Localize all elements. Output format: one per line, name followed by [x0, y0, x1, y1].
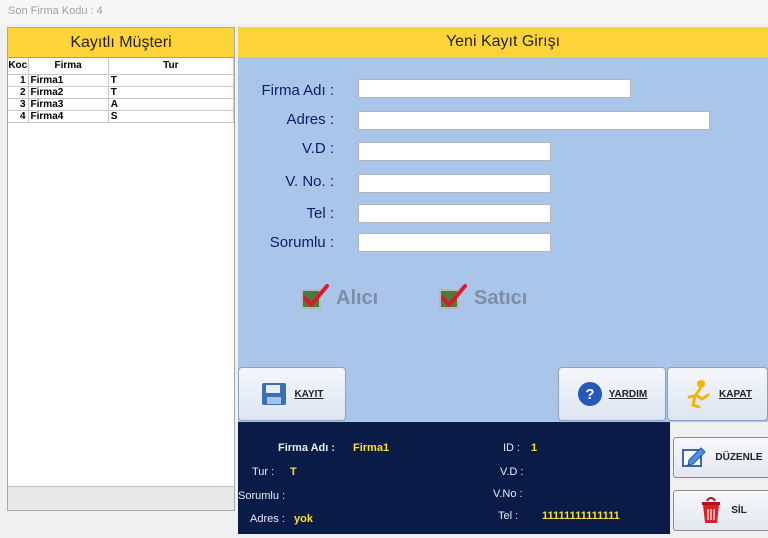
edit-icon	[682, 446, 707, 467]
customer-table[interactable]: Koc Firma Tur 1 Firma1 T 2 Firma2 T 3 Fi…	[8, 58, 235, 123]
column-header-code[interactable]: Koc	[8, 58, 29, 75]
edit-button[interactable]: DÜZENLE	[673, 437, 768, 478]
phone-label: Tel :	[306, 205, 334, 222]
info-id-value: 1	[531, 442, 538, 454]
delete-label: SİL	[731, 505, 747, 516]
info-id-label: ID :	[503, 442, 521, 454]
info-company-value: Firma1	[353, 442, 390, 454]
info-address-value: yok	[294, 513, 313, 525]
info-tax-number-label: V.No :	[493, 488, 523, 500]
info-responsible-label: Sorumlu :	[238, 490, 286, 502]
responsible-input[interactable]	[358, 233, 551, 252]
company-name-input[interactable]	[358, 79, 631, 98]
company-name-label: Firma Adı :	[261, 82, 334, 99]
tax-number-label: V. No. :	[285, 173, 334, 190]
new-record-panel: Yeni Kayıt Girışı Firma Adı : Adres : V.…	[238, 27, 768, 422]
list-status-bar	[8, 486, 234, 510]
responsible-label: Sorumlu :	[269, 234, 334, 251]
delete-button[interactable]: SİL	[673, 490, 768, 531]
buyer-label: Alıcı	[336, 286, 379, 309]
column-header-type[interactable]: Tur	[108, 58, 235, 75]
checkmark-icon	[301, 284, 329, 309]
save-button[interactable]: KAYIT	[238, 367, 346, 421]
cell-code: 1	[8, 74, 29, 87]
table-row[interactable]: 3 Firma3 A	[8, 98, 235, 111]
running-man-icon	[687, 380, 710, 409]
help-label: YARDIM	[608, 388, 648, 400]
close-button[interactable]: KAPAT	[667, 367, 768, 421]
info-type-value: T	[290, 466, 297, 478]
trash-can-icon	[702, 496, 721, 523]
seller-label: Satıcı	[474, 286, 528, 309]
tax-office-label: V.D :	[302, 140, 334, 157]
close-label: KAPAT	[719, 388, 752, 400]
checkmark-icon	[439, 284, 467, 309]
tax-office-input[interactable]	[358, 142, 551, 161]
cell-code: 4	[8, 110, 29, 123]
cell-type: A	[108, 98, 235, 111]
info-type-label: Tur :	[252, 466, 275, 478]
cell-company: Firma3	[28, 98, 109, 111]
cell-company: Firma2	[28, 86, 109, 99]
last-company-code: Son Firma Kodu : 4	[8, 5, 103, 17]
table-row[interactable]: 1 Firma1 T	[8, 74, 235, 87]
buyer-checkbox[interactable]: Alıcı	[300, 284, 378, 312]
seller-checkbox[interactable]: Satıcı	[438, 284, 527, 312]
tax-number-input[interactable]	[358, 174, 551, 193]
info-phone-label: Tel :	[498, 510, 519, 522]
svg-text:?: ?	[585, 386, 594, 403]
table-row[interactable]: 2 Firma2 T	[8, 86, 235, 99]
help-button[interactable]: ? YARDIM	[558, 367, 666, 421]
edit-label: DÜZENLE	[715, 452, 763, 463]
info-address-label: Adres :	[250, 513, 285, 525]
cell-company: Firma1	[28, 74, 109, 87]
table-row[interactable]: 4 Firma4 S	[8, 110, 235, 123]
selected-record-info: Firma Adı : Firma1 Tur : T Sorumlu : Adr…	[238, 422, 670, 534]
cell-company: Firma4	[28, 110, 109, 123]
floppy-disk-icon	[262, 383, 287, 405]
customer-list-title: Kayıtlı Müşteri	[8, 28, 234, 58]
app-window: Son Firma Kodu : 4 Kayıtlı Müşteri Koc F…	[0, 0, 768, 538]
help-icon: ?	[577, 382, 602, 406]
column-header-company[interactable]: Firma	[28, 58, 109, 75]
info-tax-office-label: V.D :	[500, 466, 524, 478]
cell-code: 3	[8, 98, 29, 111]
cell-code: 2	[8, 86, 29, 99]
save-label: KAYIT	[294, 388, 324, 400]
new-record-title: Yeni Kayıt Girışı	[238, 27, 768, 57]
info-company-label: Firma Adı :	[278, 442, 336, 454]
customer-list-panel: Kayıtlı Müşteri Koc Firma Tur 1 Firma1 T…	[7, 27, 235, 511]
address-input[interactable]	[358, 111, 710, 130]
phone-input[interactable]	[358, 204, 551, 223]
info-phone-value: 11111111111111	[542, 510, 620, 522]
address-label: Adres :	[286, 111, 334, 128]
title-bar: Son Firma Kodu : 4	[0, 0, 768, 24]
